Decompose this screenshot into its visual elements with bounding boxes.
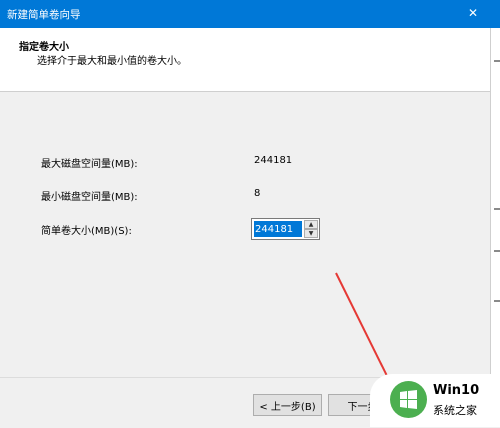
annotation-arrow [335, 272, 393, 387]
windows-logo-icon [400, 390, 417, 409]
annotation-line [335, 272, 393, 387]
win10-logo [390, 381, 427, 418]
watermark-subtitle: 系统之家 [433, 404, 477, 417]
watermark-brand: Win10 [433, 383, 480, 398]
